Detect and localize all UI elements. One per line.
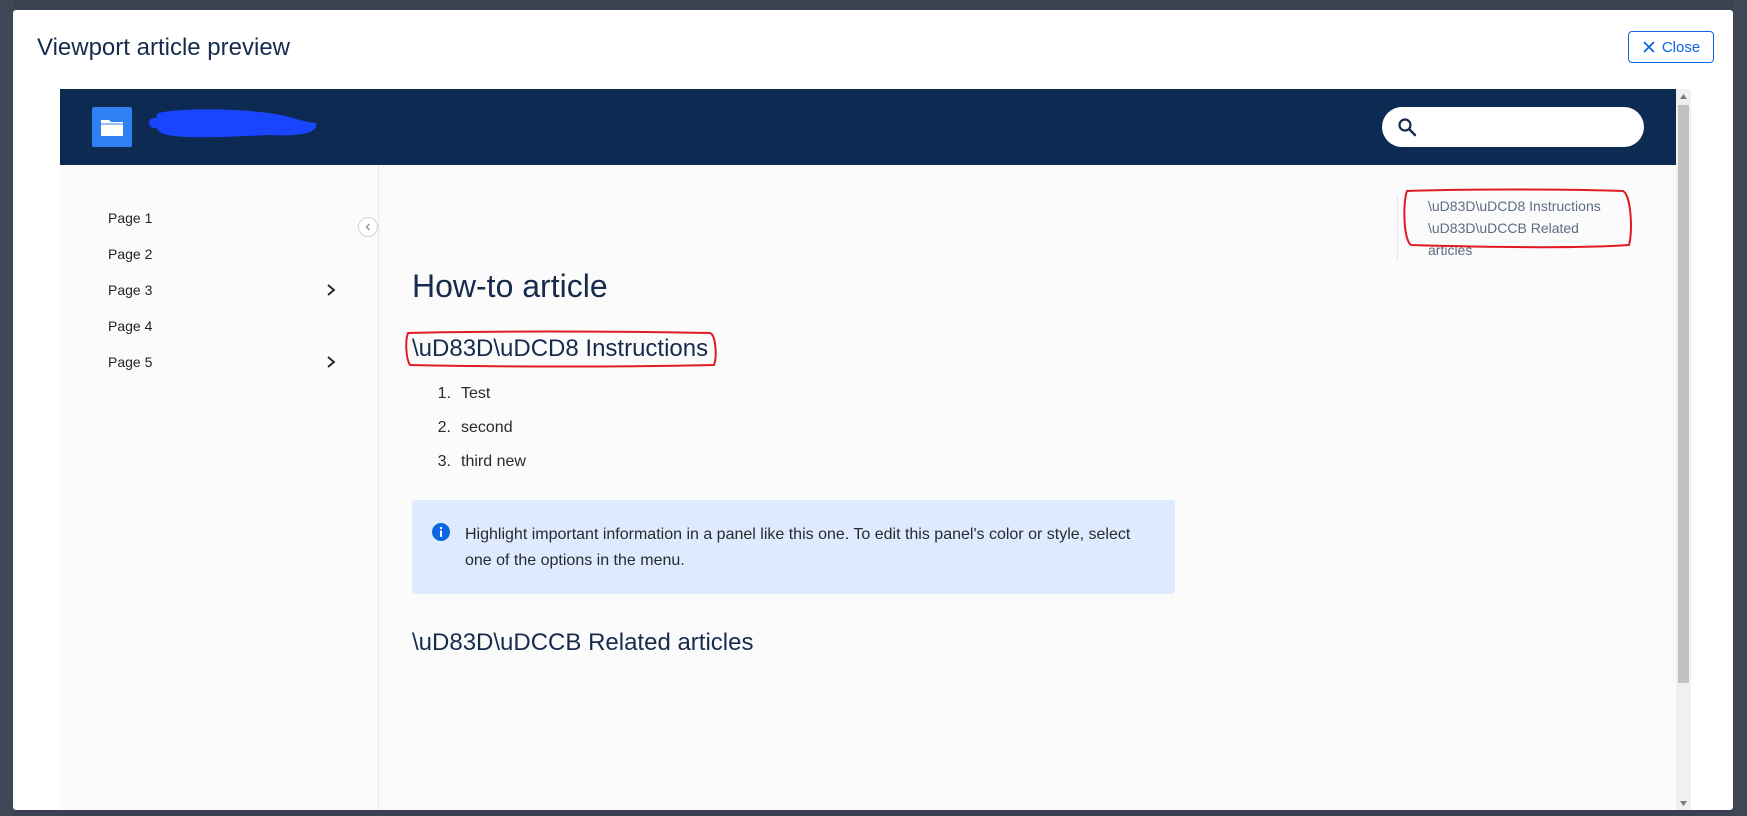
chevron-right-icon[interactable]: [324, 283, 338, 297]
sidebar-item-page-5[interactable]: Page 5: [108, 350, 338, 374]
annotation-circle-toc: [1403, 188, 1632, 249]
backdrop-right: [1733, 0, 1747, 816]
page-tree-sidebar: Page 1 Page 2 Page 3 Page 4 Page 5: [60, 165, 379, 810]
modal-title: Viewport article preview: [37, 34, 290, 61]
sidebar-item-page-4[interactable]: Page 4: [108, 314, 338, 338]
site-name-redaction: [149, 109, 317, 138]
list-item: 3. third new: [426, 453, 526, 487]
scroll-up-icon[interactable]: [1679, 92, 1688, 101]
related-articles-heading: \uD83D\uDCCB Related articles: [412, 629, 754, 656]
list-number: 2.: [437, 419, 451, 436]
sidebar-item-page-1[interactable]: Page 1: [108, 206, 338, 230]
preview-modal: Viewport article preview Close Page 1 Pa…: [13, 10, 1733, 810]
close-button[interactable]: Close: [1628, 31, 1714, 63]
search-icon: [1398, 118, 1417, 137]
close-button-label: Close: [1661, 38, 1701, 56]
search-input[interactable]: [1382, 107, 1644, 147]
list-text: second: [461, 419, 513, 436]
folder-icon: [101, 120, 123, 136]
instructions-list: 1. Test 2. second 3. third new: [426, 385, 526, 487]
chevron-right-icon[interactable]: [324, 355, 338, 369]
list-text: Test: [461, 385, 491, 402]
sidebar-item-label: Page 3: [108, 282, 153, 298]
info-icon: [432, 523, 450, 541]
list-item: 1. Test: [426, 385, 526, 419]
article-preview-frame: Page 1 Page 2 Page 3 Page 4 Page 5 How-t…: [60, 89, 1691, 810]
sidebar-item-page-2[interactable]: Page 2: [108, 242, 338, 266]
sidebar-item-label: Page 1: [108, 210, 153, 226]
sidebar-item-page-3[interactable]: Page 3: [108, 278, 338, 302]
site-header: [60, 89, 1676, 165]
sidebar-item-label: Page 5: [108, 354, 153, 370]
list-number: 1.: [437, 385, 451, 402]
scroll-thumb[interactable]: [1678, 105, 1689, 683]
preview-scrollbar[interactable]: [1676, 89, 1691, 810]
info-panel-text: Highlight important information in a pan…: [465, 526, 1131, 569]
scroll-down-icon[interactable]: [1679, 799, 1688, 808]
backdrop-left: [0, 0, 14, 816]
chevron-left-icon: [365, 223, 370, 231]
list-number: 3.: [437, 453, 451, 470]
sidebar-item-label: Page 4: [108, 318, 153, 334]
info-panel: Highlight important information in a pan…: [412, 500, 1175, 594]
sidebar-collapse-button[interactable]: [358, 217, 378, 237]
list-text: third new: [461, 453, 526, 470]
close-icon: [1643, 41, 1655, 53]
annotation-circle-heading: [405, 330, 717, 368]
list-item: 2. second: [426, 419, 526, 453]
article-title: How-to article: [412, 268, 608, 304]
sidebar-item-label: Page 2: [108, 246, 153, 262]
site-logo[interactable]: [92, 107, 132, 147]
